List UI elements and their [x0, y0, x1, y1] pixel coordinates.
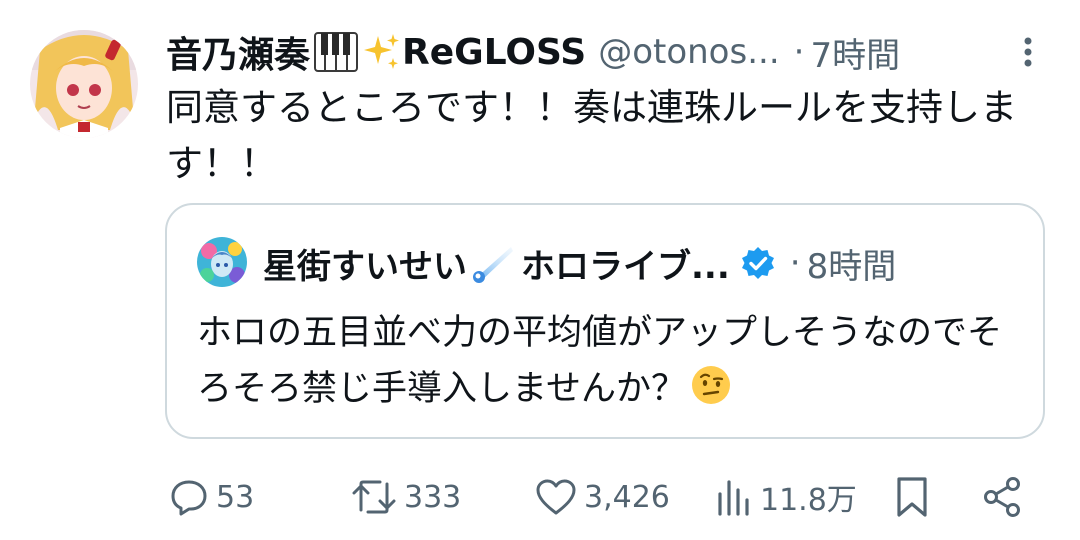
quote-author-avatar [197, 237, 247, 287]
quote-author-name: 星街すいせい [263, 246, 467, 287]
quote-separator-dot: · [789, 243, 801, 283]
tweet-text: 同意するところです！！奏は連珠ルールを支持します！！ [166, 86, 1017, 185]
retweet-count: 333 [404, 479, 462, 515]
tweet-header: 音乃瀬奏 ReGLOSS @otonos... · 7時間 [166, 24, 1046, 80]
piano-keys-icon [314, 32, 359, 72]
sparkles-icon [362, 32, 402, 72]
quoted-tweet[interactable]: 星街すいせい ホロライブ... · 8時間 ホロの五目並べ力の平均値がアップしそ… [165, 203, 1045, 439]
retweet-icon [352, 480, 396, 514]
face-with-raised-eyebrow-icon [690, 364, 732, 406]
author-avatar[interactable] [30, 30, 138, 138]
quote-author-name-suffix: ホロライブ... [521, 246, 730, 287]
separator-dot: · [793, 32, 805, 72]
tweet[interactable]: 音乃瀬奏 ReGLOSS @otonos... · 7時間 同意するところです！… [0, 0, 1080, 540]
views-count: 11.8万 [760, 483, 857, 518]
reply-count: 53 [216, 479, 255, 515]
like-button[interactable]: 3,426 [534, 471, 670, 523]
analytics-bars-icon [718, 480, 749, 516]
timestamp[interactable]: 7時間 [810, 28, 900, 77]
quote-text: ホロの五目並べ力の平均値がアップしそうなのでそろそろ禁じ手導入しませんか？ [197, 313, 1003, 409]
quote-header: 星街すいせい ホロライブ... · 8時間 [263, 235, 1023, 291]
quote-text-wrapper: ホロの五目並べ力の平均値がアップしそうなのでそろそろ禁じ手導入しませんか？ [197, 305, 1027, 417]
author-handle[interactable]: @otonos... [598, 32, 779, 72]
comet-icon [471, 243, 515, 283]
verified-badge-icon [740, 245, 776, 281]
share-icon [984, 477, 1020, 517]
bookmark-button[interactable] [892, 471, 932, 523]
retweet-button[interactable]: 333 [350, 471, 461, 523]
reply-button[interactable]: 53 [168, 471, 254, 523]
heart-icon [536, 479, 576, 515]
like-count: 3,426 [584, 479, 670, 515]
author-name-suffix[interactable]: ReGLOSS [402, 32, 586, 73]
more-options-button[interactable] [1008, 32, 1048, 72]
quote-timestamp: 8時間 [806, 246, 897, 287]
more-vertical-icon [1024, 37, 1032, 67]
bookmark-icon [897, 477, 927, 517]
views-button[interactable]: 11.8万 [714, 471, 857, 523]
reply-icon [171, 480, 207, 516]
share-button[interactable] [980, 471, 1024, 523]
action-bar: 53 333 3,426 11.8万 [0, 465, 1080, 529]
author-name[interactable]: 音乃瀬奏 [166, 26, 310, 78]
